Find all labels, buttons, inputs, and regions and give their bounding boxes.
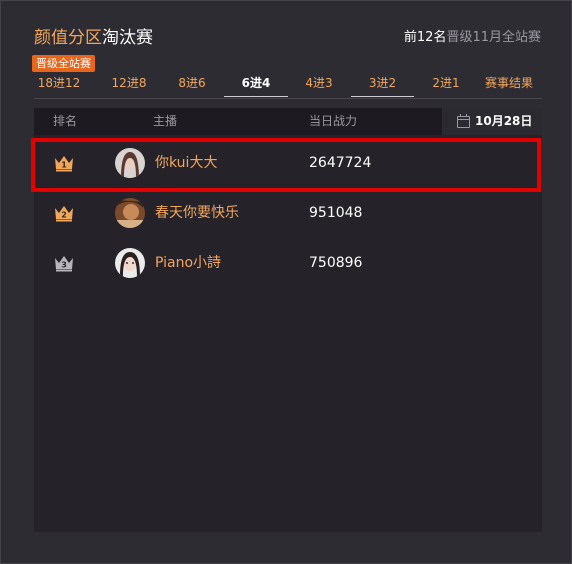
rank-number: 3 (61, 261, 67, 270)
power-value: 750896 (309, 255, 363, 271)
tab-results[interactable]: 赛事结果 (479, 72, 539, 96)
tab-12-to-8[interactable]: 12进8 (104, 72, 154, 96)
table-row[interactable]: 2 春天你要快乐 951048 (34, 188, 542, 238)
promotion-text: 晋级11月全站赛 (446, 30, 541, 45)
tab-8-to-6[interactable]: 8进6 (167, 72, 217, 96)
streamer-name[interactable]: Piano小詩 (155, 238, 221, 288)
date-picker-button[interactable]: 10月28日 (442, 108, 542, 135)
streamer-name[interactable]: 春天你要快乐 (155, 188, 239, 238)
header-streamer: 主播 (153, 114, 178, 128)
tab-18-to-12[interactable]: 18进12 (34, 72, 84, 96)
top-rank-highlight (31, 138, 541, 192)
tab-3-to-2[interactable]: 3进2 (351, 72, 414, 97)
ranking-panel: 颜值分区淘汰赛 前12名晋级11月全站赛 晋级全站赛 18进12 12进8 8进… (0, 0, 572, 564)
rank-number: 2 (61, 211, 67, 220)
crown-rank-2-icon: 2 (55, 206, 73, 222)
avatar[interactable] (115, 198, 145, 228)
table-row[interactable]: 3 Piano小詩 750896 (34, 238, 542, 288)
title-stage: 淘汰赛 (102, 28, 153, 48)
header-power: 当日战力 (309, 114, 358, 128)
power-value: 951048 (309, 205, 363, 221)
crown-rank-3-icon: 3 (55, 256, 73, 272)
header-rank: 排名 (53, 114, 78, 128)
avatar[interactable] (115, 248, 145, 278)
header: 颜值分区淘汰赛 前12名晋级11月全站赛 (34, 23, 541, 48)
tab-6-to-4[interactable]: 6进4 (224, 72, 288, 97)
stage-tabs: 18进12 12进8 8进6 6进4 4进3 3进2 2进1 赛事结果 (34, 72, 542, 99)
promotion-note: 前12名晋级11月全站赛 (404, 26, 541, 45)
promotion-count: 前12名 (403, 30, 447, 45)
tab-4-to-3[interactable]: 4进3 (294, 72, 344, 96)
promotion-badge: 晋级全站赛 (32, 55, 95, 72)
tab-2-to-1[interactable]: 2进1 (421, 72, 471, 96)
calendar-icon (457, 114, 470, 128)
date-label: 10月28日 (475, 114, 533, 128)
table-header: 排名 主播 当日战力 10月28日 (34, 108, 542, 135)
title-category: 颜值分区 (34, 28, 102, 48)
